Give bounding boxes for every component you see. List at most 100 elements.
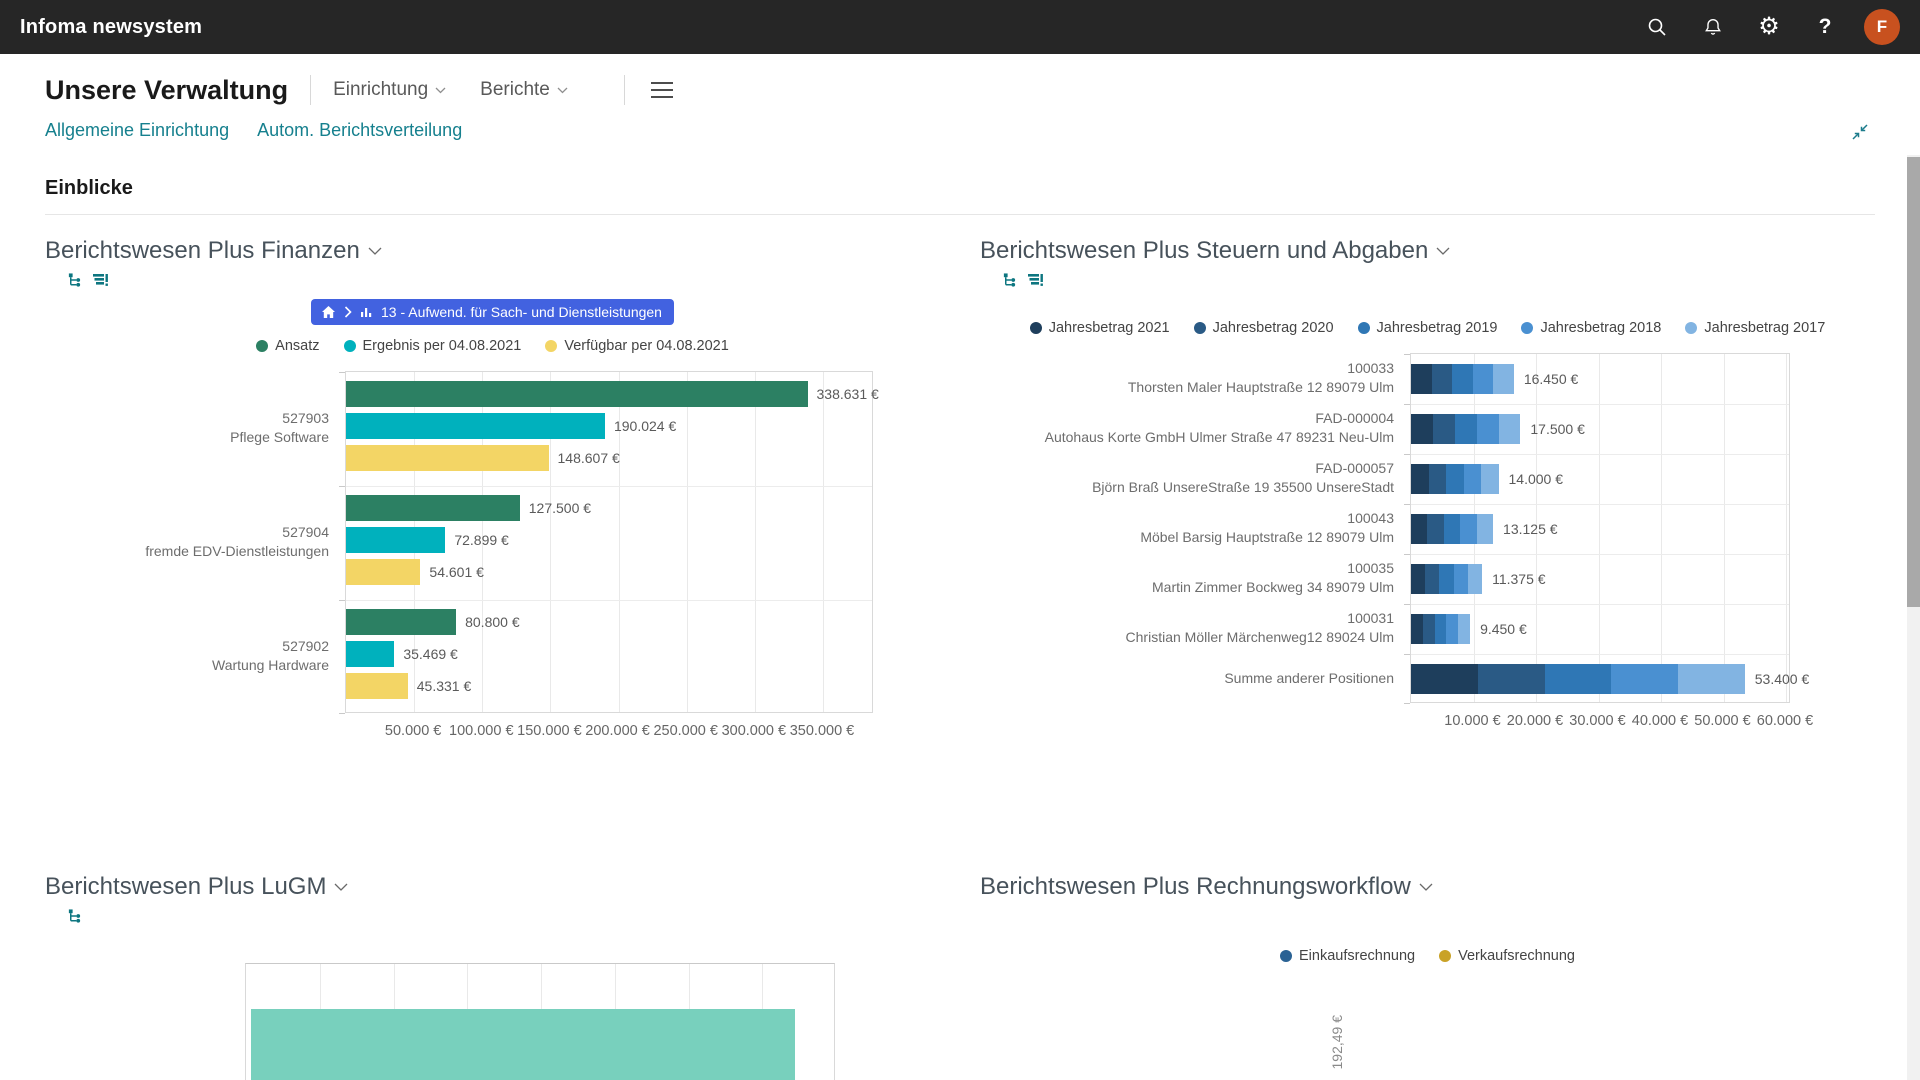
- notifications-icon[interactable]: [1696, 10, 1730, 44]
- help-icon[interactable]: ?: [1808, 10, 1842, 44]
- bar[interactable]: [346, 673, 408, 699]
- x-axis-tick-label: 300.000 €: [722, 723, 787, 739]
- bar-value-label: 16.450 €: [1524, 371, 1579, 387]
- stacked-bar[interactable]: [1411, 664, 1745, 694]
- card-toolbar: [67, 905, 940, 927]
- gridline: [1661, 354, 1662, 702]
- scrollbar-thumb[interactable]: [1907, 157, 1920, 607]
- card-toolbar: [67, 269, 940, 291]
- legend-item[interactable]: Jahresbetrag 2018: [1521, 320, 1661, 336]
- x-axis-tick-label: 200.000 €: [585, 723, 650, 739]
- x-axis-tick-label: 30.000 €: [1569, 713, 1625, 729]
- row-separator: [346, 600, 872, 601]
- category-label: 100035Martin Zimmer Bockweg 34 89079 Ulm: [980, 553, 1410, 603]
- gridline: [1599, 354, 1600, 702]
- bar-segment: [1433, 414, 1455, 444]
- report-alert-icon[interactable]: [92, 272, 109, 288]
- row-separator: [1411, 454, 1789, 455]
- x-axis-tick-label: 50.000 €: [1694, 713, 1750, 729]
- link-allgemeine-einrichtung[interactable]: Allgemeine Einrichtung: [45, 120, 229, 141]
- bar-segment: [1455, 414, 1477, 444]
- bar-segment: [1411, 614, 1423, 644]
- bar-value-label: 45.331 €: [417, 678, 472, 694]
- stacked-bar[interactable]: [1411, 614, 1470, 644]
- axis-tick: [1404, 654, 1410, 655]
- bar-segment: [1425, 564, 1439, 594]
- row-separator: [1411, 404, 1789, 405]
- bar[interactable]: [346, 495, 520, 521]
- card-title-finanzen[interactable]: Berichtswesen Plus Finanzen: [45, 237, 940, 265]
- legend-item[interactable]: Ansatz: [256, 338, 319, 354]
- bar-segment: [1411, 364, 1432, 394]
- bar-segment: [1439, 564, 1453, 594]
- hierarchy-icon[interactable]: [67, 908, 82, 924]
- bar-value-label: 192,49 €: [1329, 1015, 1345, 1070]
- legend-item[interactable]: Jahresbetrag 2017: [1685, 320, 1825, 336]
- legend-item[interactable]: Jahresbetrag 2019: [1358, 320, 1498, 336]
- axis-tick: [339, 600, 345, 601]
- legend-item[interactable]: Jahresbetrag 2021: [1030, 320, 1170, 336]
- card-title-lugm[interactable]: Berichtswesen Plus LuGM: [45, 873, 940, 901]
- card-title-steuern[interactable]: Berichtswesen Plus Steuern und Abgaben: [980, 237, 1875, 265]
- bar-segment: [1478, 664, 1545, 694]
- lugm-chart: [245, 963, 835, 1080]
- menu-berichte[interactable]: Berichte: [480, 79, 568, 101]
- bar[interactable]: [346, 413, 605, 439]
- category-label: FAD-000057Björn Braß UnsereStraße 19 355…: [980, 453, 1410, 503]
- divider: [624, 75, 625, 105]
- legend-item[interactable]: Jahresbetrag 2020: [1194, 320, 1334, 336]
- card-steuern: Berichtswesen Plus Steuern und Abgaben J…: [980, 237, 1875, 743]
- bar-segment: [1545, 664, 1612, 694]
- stacked-bar[interactable]: [1411, 364, 1514, 394]
- bar[interactable]: [346, 381, 808, 407]
- report-alert-icon[interactable]: [1027, 272, 1044, 288]
- legend-dot: [1030, 322, 1042, 334]
- gridline: [755, 372, 756, 712]
- bar[interactable]: [346, 559, 420, 585]
- stacked-bar[interactable]: [1411, 414, 1520, 444]
- vertical-scrollbar[interactable]: [1907, 155, 1920, 1080]
- bar[interactable]: [251, 1009, 795, 1080]
- bar[interactable]: [346, 641, 394, 667]
- bar[interactable]: [346, 445, 549, 471]
- bar[interactable]: [346, 609, 456, 635]
- x-axis-tick-label: 150.000 €: [517, 723, 582, 739]
- navigation-row: Unsere Verwaltung Einrichtung Berichte: [0, 54, 1920, 110]
- legend-item[interactable]: Verkaufsrechnung: [1439, 948, 1575, 964]
- legend-item[interactable]: Ergebnis per 04.08.2021: [344, 338, 522, 354]
- axis-tick: [339, 372, 345, 373]
- link-autom-berichtsverteilung[interactable]: Autom. Berichtsverteilung: [257, 120, 462, 141]
- menu-einrichtung[interactable]: Einrichtung: [333, 79, 446, 101]
- app-title[interactable]: Infoma newsystem: [20, 16, 202, 39]
- axis-tick: [1404, 504, 1410, 505]
- axis-tick: [1404, 354, 1410, 355]
- bar-segment: [1468, 564, 1482, 594]
- more-menu-icon[interactable]: [651, 82, 673, 98]
- legend-dot: [1521, 322, 1533, 334]
- search-icon[interactable]: [1640, 10, 1674, 44]
- bar-segment: [1499, 414, 1521, 444]
- hierarchy-icon[interactable]: [1002, 272, 1017, 288]
- bar-value-label: 35.469 €: [403, 646, 458, 662]
- stacked-bar[interactable]: [1411, 564, 1482, 594]
- hierarchy-icon[interactable]: [67, 272, 82, 288]
- bar-value-label: 148.607 €: [558, 450, 620, 466]
- divider: [310, 75, 311, 105]
- legend-item[interactable]: Verfügbar per 04.08.2021: [545, 338, 728, 354]
- stacked-bar[interactable]: [1411, 464, 1499, 494]
- bar-segment: [1435, 614, 1447, 644]
- settings-icon[interactable]: ⚙: [1752, 10, 1786, 44]
- bar-segment: [1444, 514, 1460, 544]
- collapse-icon[interactable]: [1850, 122, 1870, 145]
- legend-item[interactable]: Einkaufsrechnung: [1280, 948, 1415, 964]
- avatar[interactable]: F: [1864, 9, 1900, 45]
- bar[interactable]: [346, 527, 445, 553]
- breadcrumb-chip[interactable]: 13 - Aufwend. für Sach- und Dienstleistu…: [311, 299, 674, 325]
- stacked-bar[interactable]: [1411, 514, 1493, 544]
- bar-segment: [1427, 514, 1443, 544]
- bar-value-label: 127.500 €: [529, 500, 591, 516]
- bar-value-label: 80.800 €: [465, 614, 520, 630]
- bar-value-label: 14.000 €: [1509, 471, 1564, 487]
- card-title-rechnungsworkflow[interactable]: Berichtswesen Plus Rechnungsworkflow: [980, 873, 1875, 901]
- card-toolbar: [1002, 269, 1875, 291]
